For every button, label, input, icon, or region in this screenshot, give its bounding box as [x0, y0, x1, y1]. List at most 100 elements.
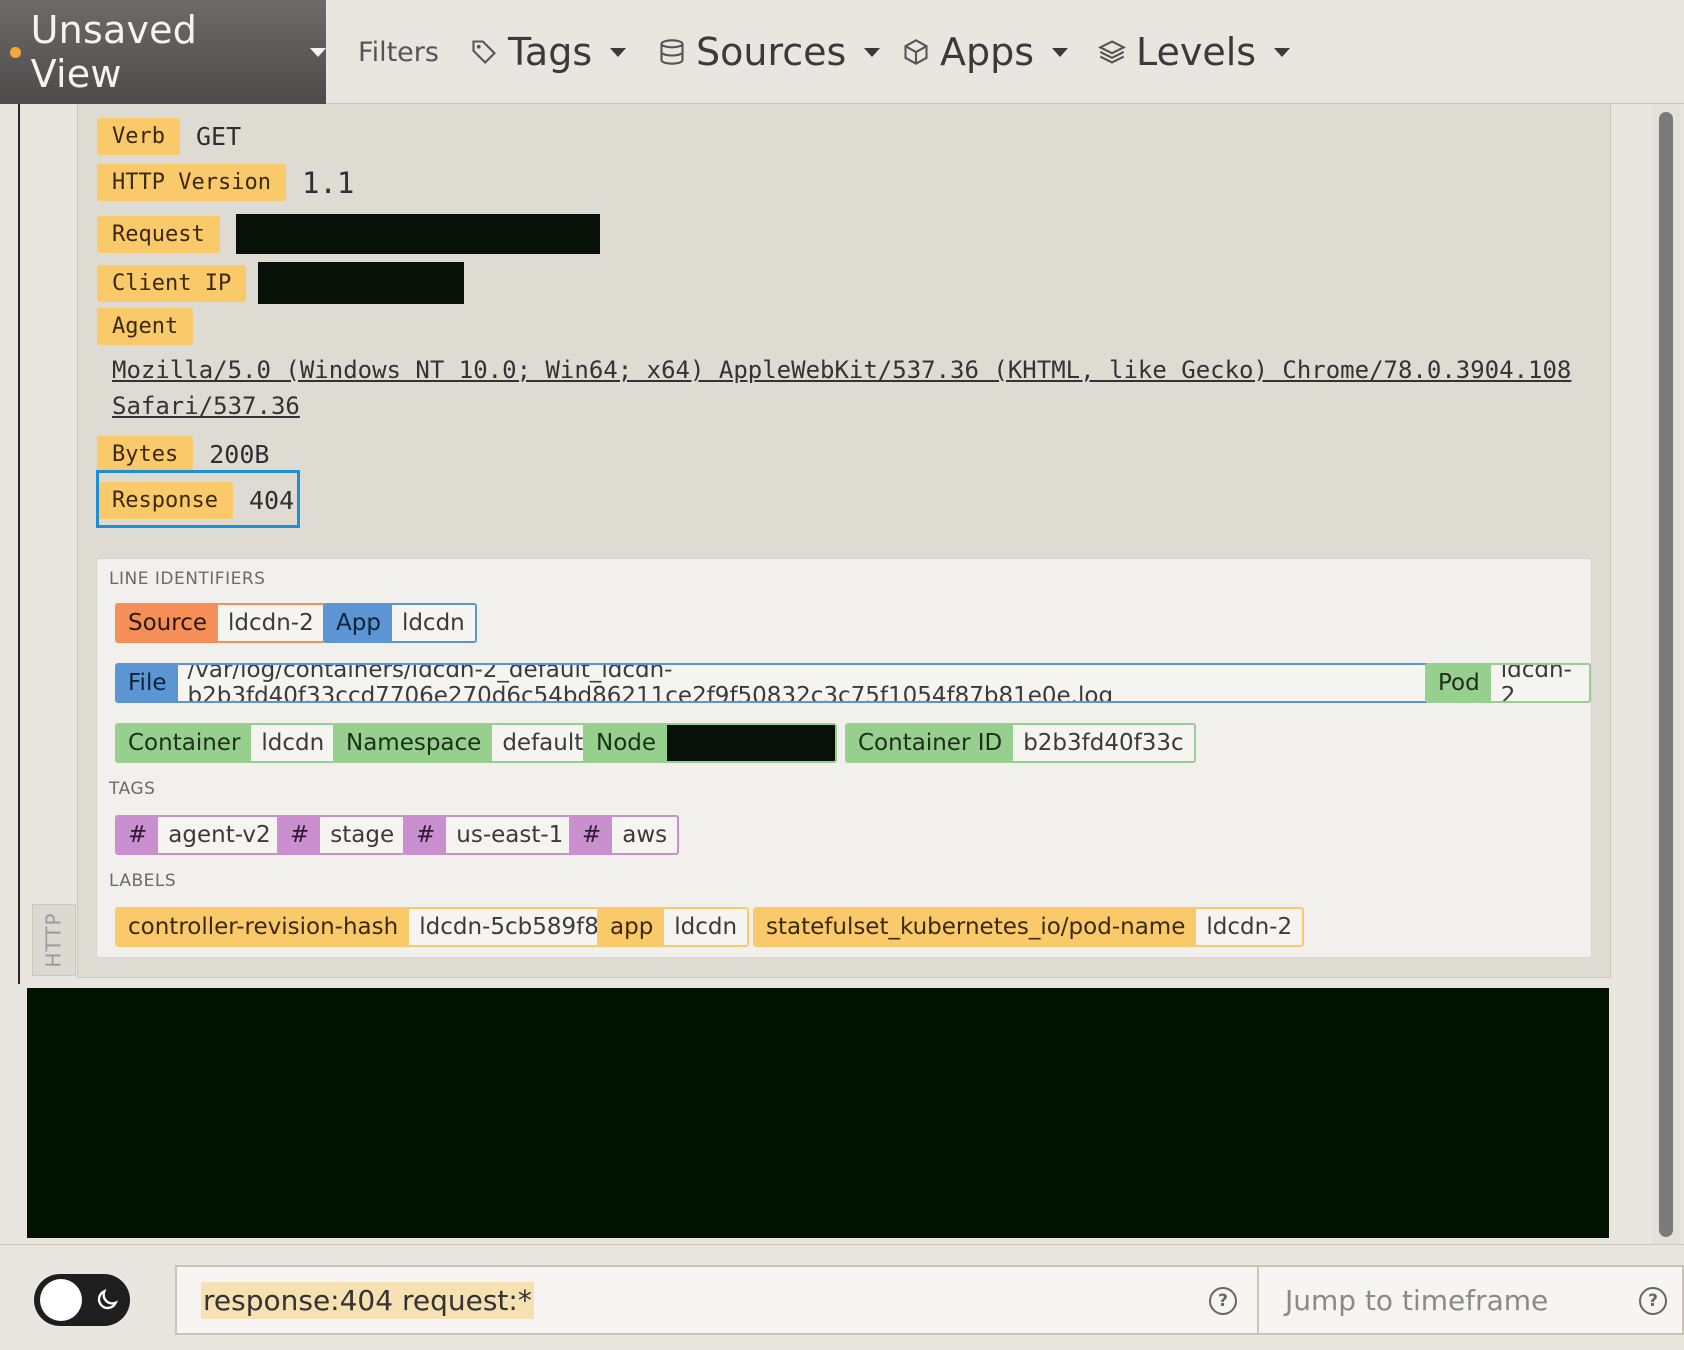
tag-chip[interactable]: # stage	[277, 815, 407, 855]
chevron-down-icon	[310, 47, 326, 57]
chip-value: agent-v2	[158, 817, 281, 853]
search-query-text: response:404 request:*	[201, 1281, 534, 1319]
view-selector-button[interactable]: Unsaved View	[0, 0, 326, 104]
field-key[interactable]: Bytes	[97, 436, 194, 473]
chip-key: app	[599, 909, 665, 945]
chevron-down-icon	[610, 47, 627, 57]
chip-value: stage	[320, 817, 405, 853]
search-help-icon[interactable]: ?	[1209, 1287, 1237, 1315]
chip-value: ldcdn	[251, 725, 335, 761]
label-chip[interactable]: statefulset_kubernetes_io/pod-name ldcdn…	[753, 907, 1305, 947]
top-bar: Unsaved View Filters Tags Sources Apps L…	[0, 0, 1684, 104]
field-http-version: HTTP Version 1.1	[97, 164, 354, 201]
field-verb: Verb GET	[97, 118, 241, 155]
moon-icon	[97, 1289, 118, 1310]
namespace-chip[interactable]: Namespace default	[333, 723, 596, 763]
dark-mode-toggle[interactable]	[34, 1274, 130, 1326]
chip-key: Container ID	[847, 725, 1014, 761]
log-gutter-line	[18, 104, 20, 984]
label-chip[interactable]: controller-revision-hash ldcdn-5cb589f8c…	[115, 907, 639, 947]
pod-chip[interactable]: Pod ldcdn-2	[1425, 663, 1591, 703]
apps-menu[interactable]: Apps	[902, 0, 1069, 104]
hash-icon: #	[279, 817, 321, 853]
field-key[interactable]: Verb	[97, 118, 180, 155]
chip-key: File	[117, 665, 178, 701]
database-icon	[660, 39, 684, 65]
chip-value: ldcdn-2	[1490, 665, 1589, 701]
chip-value: default	[492, 725, 594, 761]
chip-key: Node	[585, 725, 668, 761]
redacted-block	[235, 214, 600, 254]
redacted-log-lines	[27, 988, 1609, 1238]
levels-menu-label: Levels	[1136, 30, 1257, 74]
jump-to-timeframe-input[interactable]: Jump to timeframe ?	[1258, 1265, 1684, 1335]
chip-value: ldcdn	[391, 605, 475, 641]
line-identifiers-card: LINE IDENTIFIERS Source ldcdn-2 App ldcd…	[96, 558, 1592, 958]
field-key[interactable]: Request	[97, 215, 220, 253]
chip-value: /var/log/containers/ldcdn-2_default_ldcd…	[177, 665, 1589, 701]
levels-menu[interactable]: Levels	[1098, 0, 1291, 104]
chip-value: ldcdn	[664, 909, 748, 945]
search-query-input[interactable]: response:404 request:* ?	[175, 1265, 1259, 1335]
chip-key: Source	[117, 605, 218, 641]
field-bytes: Bytes 200B	[97, 436, 269, 473]
chip-key: controller-revision-hash	[117, 909, 410, 945]
agent-value-link[interactable]: Mozilla/5.0 (Windows NT 10.0; Win64; x64…	[112, 352, 1592, 424]
cube-icon	[904, 39, 928, 65]
field-key[interactable]: Client IP	[97, 264, 247, 302]
chevron-down-icon	[1274, 47, 1291, 57]
app-chip[interactable]: App ldcdn	[323, 603, 477, 643]
chip-value: us-east-1	[446, 817, 574, 853]
field-key[interactable]: Agent	[97, 308, 194, 345]
tag-chip[interactable]: # aws	[569, 815, 680, 855]
tags-menu[interactable]: Tags	[470, 0, 627, 104]
hash-icon: #	[117, 817, 159, 853]
unsaved-indicator-dot	[10, 46, 21, 58]
toggle-knob	[40, 1279, 82, 1321]
field-value: 1.1	[301, 165, 355, 200]
field-value: 200B	[209, 440, 270, 469]
section-title-labels: LABELS	[109, 871, 177, 891]
section-title-tags: TAGS	[109, 779, 156, 799]
node-chip[interactable]: Node	[583, 723, 838, 763]
file-chip[interactable]: File /var/log/containers/ldcdn-2_default…	[115, 663, 1591, 703]
section-title-line-identifiers: LINE IDENTIFIERS	[109, 569, 266, 589]
field-key[interactable]: HTTP Version	[97, 164, 286, 201]
chevron-down-icon	[864, 47, 881, 57]
http-side-tab-label: HTTP	[42, 912, 66, 968]
tag-chip[interactable]: # us-east-1	[403, 815, 576, 855]
chip-key: Pod	[1427, 665, 1491, 701]
hash-icon: #	[571, 817, 613, 853]
chevron-down-icon	[1052, 47, 1069, 57]
chip-key: App	[325, 605, 392, 641]
http-side-tab[interactable]: HTTP	[32, 904, 76, 976]
chip-value: b2b3fd40f33c	[1013, 725, 1194, 761]
field-value: GET	[195, 122, 242, 151]
chip-key: Namespace	[335, 725, 493, 761]
filters-label: Filters	[358, 36, 439, 68]
chip-value: aws	[612, 817, 678, 853]
source-chip[interactable]: Source ldcdn-2	[115, 603, 326, 643]
sources-menu[interactable]: Sources	[658, 0, 881, 104]
container-chip[interactable]: Container ldcdn	[115, 723, 337, 763]
scrollbar-thumb[interactable]	[1659, 112, 1673, 1237]
tag-icon	[472, 40, 496, 64]
response-highlight-box	[96, 470, 300, 528]
jump-placeholder: Jump to timeframe	[1285, 1283, 1549, 1317]
redacted-block	[667, 725, 836, 761]
field-agent: Agent	[97, 308, 194, 345]
chip-value: ldcdn-2	[1196, 909, 1303, 945]
tags-menu-label: Tags	[508, 30, 593, 74]
field-request: Request	[97, 214, 600, 254]
chip-value: ldcdn-2	[218, 605, 324, 641]
apps-menu-label: Apps	[940, 30, 1035, 74]
label-chip[interactable]: app ldcdn	[597, 907, 750, 947]
sources-menu-label: Sources	[696, 30, 847, 74]
chip-key: statefulset_kubernetes_io/pod-name	[755, 909, 1197, 945]
hash-icon: #	[405, 817, 447, 853]
layers-icon	[1098, 40, 1126, 64]
jump-help-icon[interactable]: ?	[1639, 1287, 1667, 1315]
container-id-chip[interactable]: Container ID b2b3fd40f33c	[845, 723, 1196, 763]
view-name: Unsaved View	[30, 8, 198, 96]
tag-chip[interactable]: # agent-v2	[115, 815, 283, 855]
